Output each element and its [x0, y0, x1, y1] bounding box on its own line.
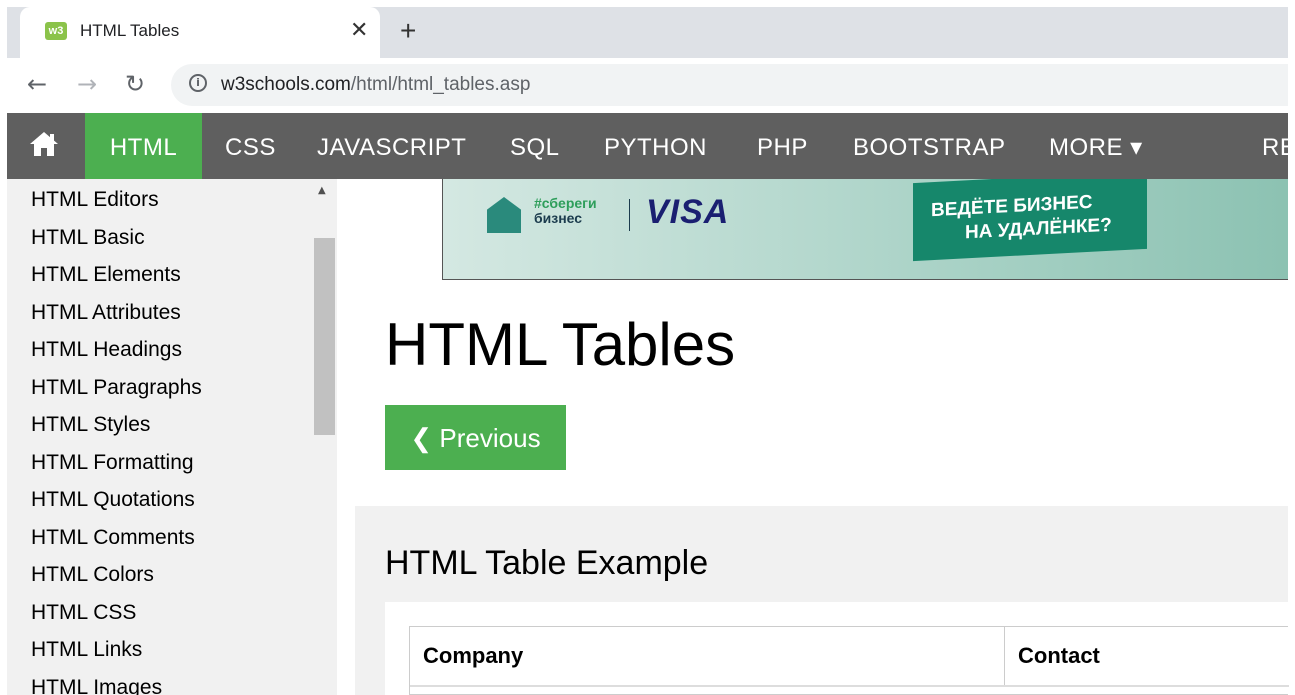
ad-hashtag-line2: бизнес	[534, 210, 583, 226]
sidebar-item-html-css[interactable]: HTML CSS	[31, 601, 136, 625]
ad-hashtag: #сбереги бизнес	[534, 196, 597, 226]
sidebar-item-html-editors[interactable]: HTML Editors	[31, 188, 159, 212]
nav-item-css[interactable]: CSS	[225, 113, 276, 179]
url-text: w3schools.com/html/html_tables.asp	[221, 74, 530, 96]
scroll-up-arrow-icon[interactable]: ▲	[318, 185, 326, 196]
reload-icon[interactable]: ↻	[125, 70, 145, 98]
nav-item-truncated[interactable]: RE	[1262, 113, 1288, 179]
sidebar-item-html-headings[interactable]: HTML Headings	[31, 338, 182, 362]
site-info-icon[interactable]: i	[189, 74, 207, 92]
home-icon[interactable]	[29, 131, 59, 162]
browser-tab[interactable]: w3 HTML Tables ✕	[20, 7, 380, 58]
url-path: /html/html_tables.asp	[350, 74, 531, 95]
browser-toolbar: ← → ↻ i w3schools.com/html/html_tables.a…	[7, 58, 1288, 113]
tab-title: HTML Tables	[80, 21, 180, 40]
nav-item-python[interactable]: PYTHON	[604, 113, 707, 179]
sidebar-item-html-paragraphs[interactable]: HTML Paragraphs	[31, 376, 202, 400]
sidebar-item-html-quotations[interactable]: HTML Quotations	[31, 488, 195, 512]
example-output-box: Company Contact	[385, 602, 1289, 695]
table-header-divider	[410, 685, 1289, 687]
previous-button[interactable]: ❮ Previous	[385, 405, 566, 470]
forward-icon[interactable]: →	[77, 70, 97, 98]
sidebar-item-html-styles[interactable]: HTML Styles	[31, 413, 150, 437]
url-host: w3schools.com	[221, 74, 351, 95]
example-table: Company Contact	[409, 626, 1289, 695]
nav-item-javascript[interactable]: JAVASCRIPT	[317, 113, 466, 179]
close-tab-icon[interactable]: ✕	[350, 17, 368, 43]
visa-logo: VISA	[646, 193, 730, 231]
nav-item-more[interactable]: MORE ▾	[1049, 113, 1143, 179]
sidebar-item-html-links[interactable]: HTML Links	[31, 638, 142, 662]
nav-item-html[interactable]: HTML	[85, 113, 202, 179]
example-panel: HTML Table Example Company Contact	[355, 506, 1289, 695]
new-tab-icon[interactable]: +	[400, 15, 416, 47]
address-bar[interactable]: i w3schools.com/html/html_tables.asp	[171, 64, 1288, 106]
sidebar-item-html-colors[interactable]: HTML Colors	[31, 563, 154, 587]
table-header-company: Company	[410, 627, 1005, 685]
sidebar-item-html-comments[interactable]: HTML Comments	[31, 526, 195, 550]
sidebar-item-html-attributes[interactable]: HTML Attributes	[31, 301, 181, 325]
home-icon-svg	[30, 132, 58, 156]
w3schools-favicon-icon: w3	[45, 22, 67, 40]
sidebar-scrollbar-thumb[interactable]	[314, 238, 335, 435]
nav-item-sql[interactable]: SQL	[510, 113, 560, 179]
sidebar-item-html-basic[interactable]: HTML Basic	[31, 226, 145, 250]
back-icon[interactable]: ←	[27, 70, 47, 98]
sidebar-item-html-formatting[interactable]: HTML Formatting	[31, 451, 194, 475]
site-topnav: HTML CSS JAVASCRIPT SQL PYTHON PHP BOOTS…	[7, 113, 1288, 179]
ad-slogan-banner: ВЕДЁТЕ БИЗНЕС НА УДАЛЁНКЕ?	[913, 179, 1147, 262]
nav-item-php[interactable]: PHP	[757, 113, 808, 179]
ad-banner[interactable]: #сбереги бизнес VISA ВЕДЁТЕ БИЗНЕС НА УД…	[442, 179, 1288, 280]
example-heading: HTML Table Example	[385, 544, 709, 582]
table-header-contact: Contact	[1018, 643, 1100, 668]
ad-divider	[629, 199, 630, 231]
sidebar: HTML Editors HTML Basic HTML Elements HT…	[7, 179, 337, 695]
sidebar-item-html-images[interactable]: HTML Images	[31, 676, 162, 695]
page-title: HTML Tables	[385, 311, 736, 378]
ad-hashtag-line1: #сбереги	[534, 195, 597, 211]
sidebar-item-html-elements[interactable]: HTML Elements	[31, 263, 181, 287]
sber-logo-icon	[487, 197, 521, 233]
tab-strip: w3 HTML Tables ✕ +	[7, 7, 1288, 58]
nav-item-bootstrap[interactable]: BOOTSTRAP	[853, 113, 1006, 179]
